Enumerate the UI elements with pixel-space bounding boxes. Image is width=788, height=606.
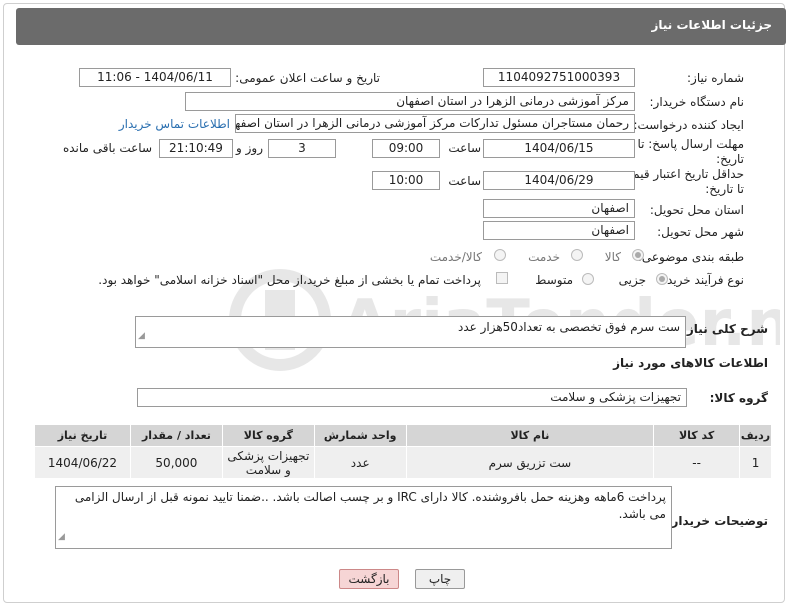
process-partial-label: جزیی	[618, 273, 646, 287]
treasury-payment-checkbox[interactable]	[496, 272, 508, 284]
cell-name: ست تزریق سرم	[405, 446, 655, 479]
creator-label: ایجاد کننده درخواست:	[633, 118, 744, 132]
resize-grip-icon[interactable]: ◢	[58, 529, 65, 546]
buyer-org-label: نام دستگاه خریدار:	[649, 95, 745, 109]
goods-table: ردیف کد کالا نام کالا واحد شمارش گروه کا…	[34, 424, 772, 479]
remaining-label: ساعت باقی مانده	[62, 141, 152, 155]
table-header-quantity: تعداد / مقدار	[129, 424, 223, 447]
goods-group-field[interactable]: تجهیزات پزشکی و سلامت	[137, 388, 687, 407]
cell-code: --	[653, 446, 741, 479]
goods-info-title: اطلاعات کالاهای مورد نیاز	[613, 356, 768, 370]
province-label: استان محل تحویل:	[649, 203, 744, 217]
goods-group-label: گروه کالا:	[709, 391, 768, 405]
cell-row-num: 1	[739, 446, 772, 479]
summary-text: ست سرم فوق تخصصی به تعداد50هزار عدد	[457, 320, 680, 334]
deadline-time-label: ساعت	[448, 141, 481, 155]
resize-grip-icon[interactable]: ◢	[138, 328, 145, 345]
table-header-group: گروه کالا	[221, 424, 315, 447]
category-both-label: کالا/خدمت	[429, 250, 482, 264]
price-valid-date-field[interactable]: 1404/06/29	[483, 171, 635, 190]
price-valid-label-date: تا تاریخ:	[705, 182, 744, 196]
page-title: جزئیات اطلاعات نیاز	[651, 18, 772, 32]
deadline-label-date: تاریخ:	[716, 152, 744, 166]
price-valid-time-field[interactable]: 10:00	[372, 171, 440, 190]
category-goods-radio[interactable]	[632, 249, 644, 261]
table-row[interactable]: 1 -- ست تزریق سرم عدد تجهیزات پزشکی و سل…	[34, 446, 772, 479]
need-number-label: شماره نیاز:	[687, 71, 744, 85]
category-goods-label: کالا	[604, 250, 621, 264]
announce-label: تاریخ و ساعت اعلان عمومی:	[235, 71, 380, 85]
remaining-field[interactable]: 21:10:49	[159, 139, 233, 158]
table-header-row-num: ردیف	[739, 424, 772, 447]
days-field[interactable]: 3	[268, 139, 336, 158]
table-header-unit: واحد شمارش	[313, 424, 407, 447]
price-valid-time-label: ساعت	[448, 174, 481, 188]
process-medium-radio[interactable]	[582, 273, 594, 285]
days-label: روز و	[236, 141, 263, 155]
table-header-row: ردیف کد کالا نام کالا واحد شمارش گروه کا…	[34, 424, 772, 447]
buyer-notes-label: توضیحات خریدار:	[666, 514, 768, 528]
price-valid-label: حداقل تاریخ اعتبار قیمت:	[617, 167, 744, 181]
table-header-name: نام کالا	[405, 424, 655, 447]
page-header: جزئیات اطلاعات نیاز	[16, 8, 786, 45]
deadline-date-field[interactable]: 1404/06/15	[483, 139, 635, 158]
process-medium-label: متوسط	[535, 273, 573, 287]
category-label: طبقه بندی موضوعی:	[637, 250, 744, 264]
cell-quantity: 50,000	[129, 446, 223, 479]
print-button[interactable]: چاپ	[415, 569, 465, 589]
city-label: شهر محل تحویل:	[657, 225, 744, 239]
cell-date: 1404/06/22	[34, 446, 131, 479]
buyer-notes-field[interactable]: پرداخت 6ماهه وهزینه حمل بافروشنده. کالا …	[55, 486, 672, 549]
announce-field[interactable]: 1404/06/11 - 11:06	[79, 68, 231, 87]
buyer-notes-text: پرداخت 6ماهه وهزینه حمل بافروشنده. کالا …	[74, 490, 666, 521]
city-field[interactable]: اصفهان	[483, 221, 635, 240]
buyer-contact-link[interactable]: اطلاعات تماس خریدار	[119, 117, 230, 131]
category-both-radio[interactable]	[494, 249, 506, 261]
need-number-field[interactable]: 1104092751000393	[483, 68, 635, 87]
category-service-label: خدمت	[528, 250, 560, 264]
deadline-time-field[interactable]: 09:00	[372, 139, 440, 158]
table-header-code: کد کالا	[653, 424, 741, 447]
summary-label: شرح کلی نیاز:	[682, 322, 768, 336]
deadline-label: مهلت ارسال پاسخ: تا	[637, 137, 744, 151]
category-service-radio[interactable]	[571, 249, 583, 261]
treasury-payment-note: پرداخت تمام یا بخشی از مبلغ خرید،از محل …	[98, 273, 481, 287]
table-header-date: تاریخ نیاز	[34, 424, 131, 447]
back-button[interactable]: بازگشت	[339, 569, 399, 589]
buyer-org-field[interactable]: مرکز آموزشی درمانی الزهرا در استان اصفها…	[185, 92, 635, 111]
process-label: نوع فرآیند خرید :	[659, 273, 744, 287]
cell-unit: عدد	[313, 446, 407, 479]
process-partial-radio[interactable]	[656, 273, 668, 285]
creator-field[interactable]: رحمان مستاجران مسئول تدارکات مرکز آموزشی…	[235, 114, 635, 133]
summary-field[interactable]: ست سرم فوق تخصصی به تعداد50هزار عدد ◢	[135, 316, 686, 348]
province-field[interactable]: اصفهان	[483, 199, 635, 218]
cell-group: تجهیزات پزشکی و سلامت	[221, 446, 315, 479]
